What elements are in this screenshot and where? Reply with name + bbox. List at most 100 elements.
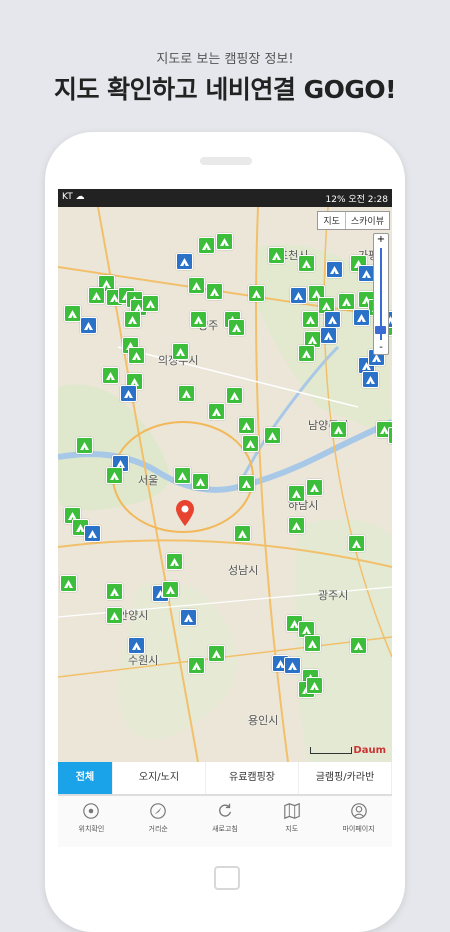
campsite-marker[interactable]: [180, 609, 197, 626]
nav-refresh[interactable]: 새로고침: [192, 796, 259, 847]
campsite-marker[interactable]: [190, 311, 207, 328]
campsite-marker[interactable]: [288, 517, 305, 534]
campsite-marker[interactable]: [102, 367, 119, 384]
campsite-marker[interactable]: [362, 371, 379, 388]
map-toggle-map[interactable]: 지도: [318, 212, 346, 229]
campsite-marker[interactable]: [304, 635, 321, 652]
tab-all[interactable]: 전체: [58, 762, 113, 794]
campsite-marker[interactable]: [208, 403, 225, 420]
campsite-marker[interactable]: [162, 581, 179, 598]
phone-speaker: [200, 157, 252, 165]
campsite-marker[interactable]: [106, 467, 123, 484]
campsite-marker[interactable]: [324, 311, 341, 328]
campsite-marker[interactable]: [84, 525, 101, 542]
campsite-marker[interactable]: [353, 309, 370, 326]
campsite-marker[interactable]: [178, 385, 195, 402]
tent-icon: [232, 324, 241, 332]
nav-label: 거리순: [148, 825, 168, 833]
tab-glamping-caravan[interactable]: 글램핑/카라반: [299, 762, 392, 794]
campsite-marker[interactable]: [284, 657, 301, 674]
campsite-marker[interactable]: [350, 637, 367, 654]
campsite-marker[interactable]: [124, 311, 141, 328]
tent-icon: [328, 316, 337, 324]
campsite-marker[interactable]: [174, 467, 191, 484]
nav-map[interactable]: 지도: [258, 796, 325, 847]
zoom-control[interactable]: + -: [373, 233, 389, 355]
campsite-marker[interactable]: [106, 607, 123, 624]
current-location-pin[interactable]: [176, 500, 194, 526]
campsite-marker[interactable]: [290, 287, 307, 304]
campsite-marker[interactable]: [238, 475, 255, 492]
campsite-marker[interactable]: [298, 345, 315, 362]
campsite-marker[interactable]: [388, 427, 392, 444]
campsite-marker[interactable]: [320, 327, 337, 344]
phone-home-button[interactable]: [214, 866, 240, 890]
campsite-marker[interactable]: [76, 437, 93, 454]
campsite-marker[interactable]: [188, 277, 205, 294]
campsite-marker[interactable]: [242, 435, 259, 452]
map-logo: Daum: [353, 745, 386, 756]
zoom-in-button[interactable]: +: [374, 234, 388, 246]
campsite-marker[interactable]: [326, 261, 343, 278]
tent-icon: [212, 408, 221, 416]
tent-icon: [302, 350, 311, 358]
campsite-marker[interactable]: [226, 387, 243, 404]
campsite-marker[interactable]: [60, 575, 77, 592]
campsite-marker[interactable]: [176, 253, 193, 270]
campsite-marker[interactable]: [330, 421, 347, 438]
campsite-marker[interactable]: [172, 343, 189, 360]
campsite-marker[interactable]: [348, 535, 365, 552]
campsite-marker[interactable]: [288, 485, 305, 502]
tent-icon: [246, 440, 255, 448]
zoom-handle[interactable]: [375, 326, 386, 334]
campsite-marker[interactable]: [238, 417, 255, 434]
campsite-marker[interactable]: [234, 525, 251, 542]
campsite-marker[interactable]: [208, 645, 225, 662]
campsite-marker[interactable]: [228, 319, 245, 336]
map-type-toggle[interactable]: 지도 스카이뷰: [317, 211, 390, 230]
map-toggle-skyview[interactable]: 스카이뷰: [346, 212, 389, 229]
campsite-marker[interactable]: [128, 637, 145, 654]
zoom-out-button[interactable]: -: [374, 342, 388, 354]
campsite-marker[interactable]: [216, 233, 233, 250]
campsite-marker[interactable]: [128, 347, 145, 364]
campsite-marker[interactable]: [80, 317, 97, 334]
campsite-marker[interactable]: [142, 295, 159, 312]
campsite-marker[interactable]: [198, 237, 215, 254]
campsite-marker[interactable]: [338, 293, 355, 310]
campsite-marker[interactable]: [206, 283, 223, 300]
tent-icon: [106, 372, 115, 380]
campsite-marker[interactable]: [64, 305, 81, 322]
city-label: 성남시: [228, 564, 259, 577]
campsite-marker[interactable]: [306, 677, 323, 694]
status-bar: KT ☁ 12% 오전 2:28: [58, 189, 392, 207]
campsite-marker[interactable]: [264, 427, 281, 444]
map-view[interactable]: 서울 포천시 양주 의정부시 하남시 성남시 광주시 안양시 수원시 용인시 남…: [58, 207, 392, 762]
campsite-marker[interactable]: [166, 553, 183, 570]
nav-distance[interactable]: 거리순: [125, 796, 192, 847]
campsite-marker[interactable]: [268, 247, 285, 264]
bottom-nav: 위치확인 거리순 새로고침 지도 마이페이지: [58, 795, 392, 847]
tent-icon: [292, 490, 301, 498]
campsite-marker[interactable]: [298, 255, 315, 272]
campsite-marker[interactable]: [120, 385, 137, 402]
tent-icon: [212, 650, 221, 658]
nav-location[interactable]: 위치확인: [58, 796, 125, 847]
tent-icon: [294, 292, 303, 300]
campsite-marker[interactable]: [192, 473, 209, 490]
status-right: 12% 오전 2:28: [325, 195, 389, 205]
refresh-icon: [219, 803, 232, 817]
campsite-marker[interactable]: [248, 285, 265, 302]
tab-paid-campsite[interactable]: 유료캠핑장: [206, 762, 299, 794]
campsite-marker[interactable]: [88, 287, 105, 304]
campsite-marker[interactable]: [302, 311, 319, 328]
tent-icon: [292, 522, 301, 530]
promo-title: 지도 확인하고 네비연결 GOGO!: [53, 75, 397, 104]
tent-icon: [308, 640, 317, 648]
campsite-marker[interactable]: [188, 657, 205, 674]
tent-icon: [124, 390, 133, 398]
tab-wild-camping[interactable]: 오지/노지: [113, 762, 206, 794]
nav-mypage[interactable]: 마이페이지: [325, 796, 392, 847]
campsite-marker[interactable]: [306, 479, 323, 496]
campsite-marker[interactable]: [106, 583, 123, 600]
